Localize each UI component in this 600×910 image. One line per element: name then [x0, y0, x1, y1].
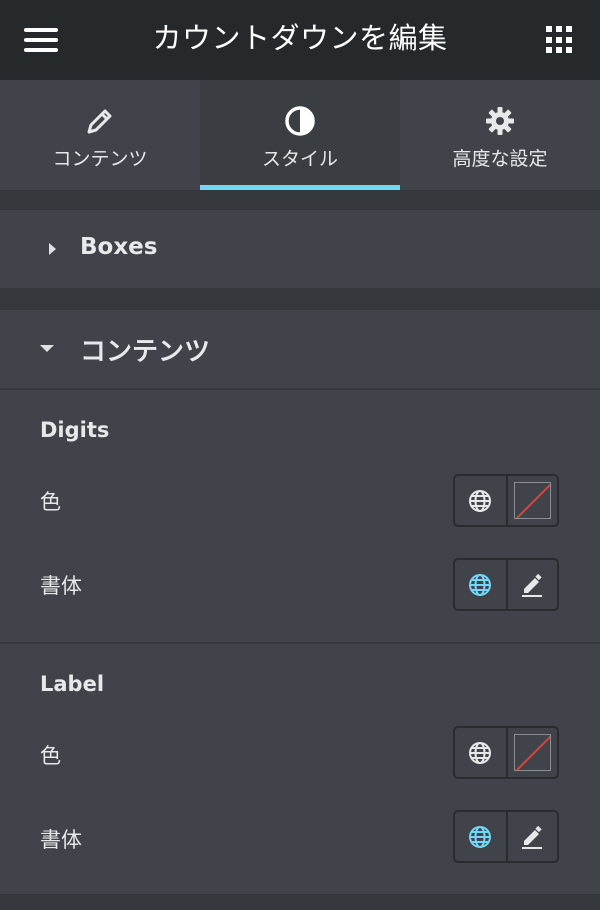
digits-color-control	[453, 474, 559, 527]
caret-right-icon	[49, 243, 56, 255]
global-colors-button[interactable]	[455, 728, 506, 777]
contrast-icon	[284, 105, 316, 137]
label-typography-label: 書体	[40, 828, 82, 852]
digits-heading: Digits	[40, 418, 110, 442]
digits-color-label: 色	[40, 490, 61, 514]
label-heading: Label	[40, 672, 105, 696]
color-picker-button[interactable]	[505, 476, 557, 525]
edit-typography-button[interactable]	[505, 812, 557, 861]
unset-color-swatch	[513, 734, 551, 771]
globe-icon	[469, 489, 492, 512]
unset-color-swatch	[513, 482, 551, 519]
grid-apps-icon[interactable]	[546, 26, 574, 54]
pencil-icon	[84, 105, 116, 137]
color-picker-button[interactable]	[505, 728, 557, 777]
caret-down-icon	[40, 345, 54, 352]
label-typography-control	[453, 810, 559, 863]
tab-advanced[interactable]: 高度な設定	[400, 80, 600, 190]
section-content[interactable]: コンテンツ	[0, 310, 600, 388]
digits-typography-label: 書体	[40, 574, 82, 598]
global-fonts-button[interactable]	[455, 560, 506, 609]
edit-typography-button[interactable]	[505, 560, 557, 609]
section-content-title: コンテンツ	[80, 337, 211, 367]
globe-icon-active	[469, 825, 492, 848]
digits-panel: Digits 色 書体	[0, 390, 600, 642]
global-fonts-button[interactable]	[455, 812, 506, 861]
edit-icon	[522, 573, 543, 597]
tab-style-label: スタイル	[261, 148, 338, 170]
digits-typography-control	[453, 558, 559, 611]
tab-advanced-label: 高度な設定	[452, 148, 548, 170]
page-title: カウントダウンを編集	[152, 21, 448, 55]
label-color-control	[453, 726, 559, 779]
hamburger-menu-icon[interactable]	[24, 28, 58, 52]
section-boxes[interactable]: Boxes	[0, 210, 600, 288]
panel-tabs: コンテンツ スタイル 高度な設定	[0, 80, 600, 190]
tab-content[interactable]: コンテンツ	[0, 80, 200, 190]
label-color-label: 色	[40, 744, 61, 768]
tab-style[interactable]: スタイル	[200, 80, 400, 190]
label-panel: Label 色 書体	[0, 644, 600, 894]
section-boxes-title: Boxes	[80, 234, 158, 260]
globe-icon-active	[469, 573, 492, 596]
tab-content-label: コンテンツ	[52, 148, 148, 170]
edit-icon	[522, 825, 543, 849]
global-colors-button[interactable]	[455, 476, 506, 525]
globe-icon	[469, 741, 492, 764]
editor-header: カウントダウンを編集	[0, 0, 600, 80]
gear-icon	[484, 105, 516, 137]
